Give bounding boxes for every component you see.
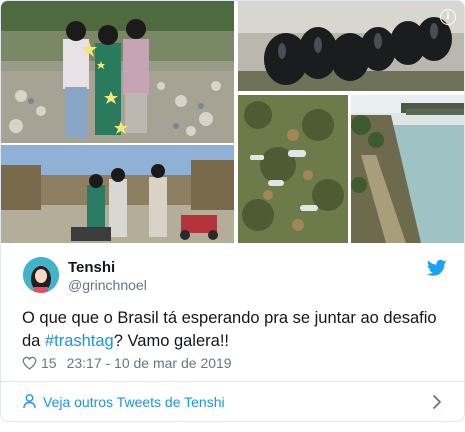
- heart-icon[interactable]: [22, 356, 37, 370]
- tweet-card[interactable]: i Tenshi @grinchnoel O que que o Brasil …: [0, 0, 465, 422]
- author-name[interactable]: Tenshi: [68, 259, 115, 276]
- chevron-right-icon[interactable]: [432, 394, 442, 410]
- tweet-meta: 15 23:17 - 10 de mar de 2019: [22, 355, 232, 371]
- photo-group-with-bags[interactable]: [1, 145, 234, 243]
- photo-trash-bags[interactable]: i: [238, 1, 464, 91]
- person-icon: [23, 394, 36, 409]
- more-tweets-footer[interactable]: Veja outros Tweets de Tenshi: [1, 381, 464, 421]
- like-count[interactable]: 15: [41, 355, 57, 371]
- tweet-text: O que que o Brasil tá esperando pra se j…: [22, 307, 442, 353]
- photo-girls-at-trash[interactable]: [1, 1, 234, 143]
- tweet-text-end: ? Vamo galera!!: [113, 332, 229, 350]
- twitter-bird-icon[interactable]: [427, 259, 447, 277]
- photo-collage[interactable]: i: [1, 1, 464, 243]
- info-icon[interactable]: i: [440, 9, 456, 25]
- tweet-author[interactable]: Tenshi @grinchnoel: [19, 255, 449, 295]
- author-handle[interactable]: @grinchnoel: [68, 277, 147, 293]
- tweet-timestamp[interactable]: 23:17 - 10 de mar de 2019: [67, 355, 232, 371]
- hashtag-link[interactable]: #trashtag: [45, 332, 114, 350]
- photo-river-bank[interactable]: [351, 95, 464, 243]
- avatar[interactable]: [23, 257, 59, 293]
- more-tweets-link[interactable]: Veja outros Tweets de Tenshi: [43, 394, 225, 410]
- photo-bottles-in-grass[interactable]: [238, 95, 348, 243]
